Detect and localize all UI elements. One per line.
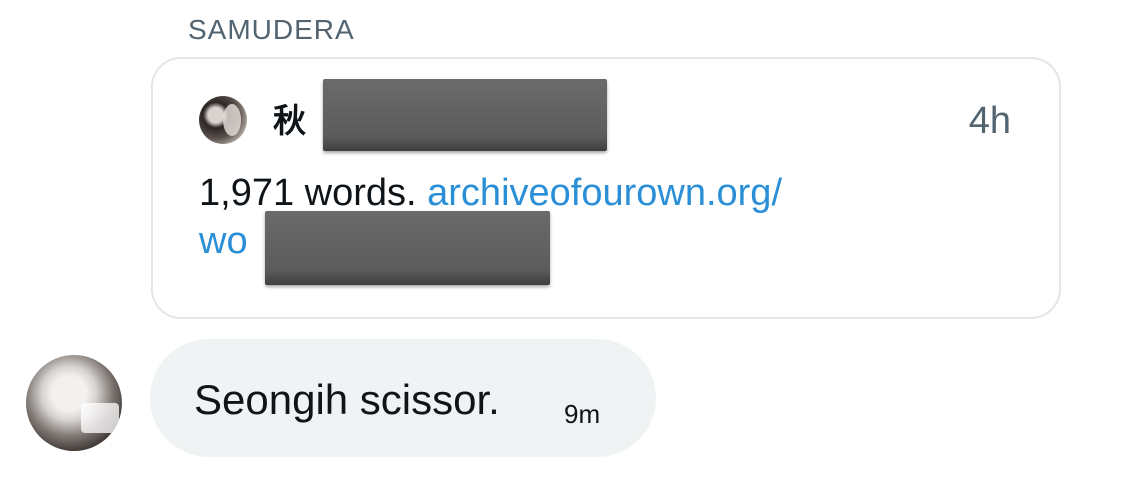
quoted-tweet-card[interactable]: 秋 4h 1,971 words. archiveofourown.org/wo <box>151 57 1061 319</box>
quote-author-name: 秋 <box>273 102 306 139</box>
quote-link-line2: wo <box>199 220 248 262</box>
quote-timestamp: 4h <box>968 100 1011 142</box>
message-bubble[interactable]: Seongih scissor. 9m <box>150 339 656 457</box>
message-text: Seongih scissor. <box>194 376 500 423</box>
message-timestamp: 9m <box>564 399 601 429</box>
redaction-box <box>265 211 550 285</box>
quote-author-avatar <box>199 96 247 144</box>
sender-avatar[interactable] <box>26 355 122 451</box>
redaction-box <box>323 79 607 151</box>
quote-link-line1: archiveofourown.org/ <box>427 172 782 214</box>
quote-body-text: 1,971 words. <box>199 172 428 214</box>
sender-name: SAMUDERA <box>188 14 355 45</box>
